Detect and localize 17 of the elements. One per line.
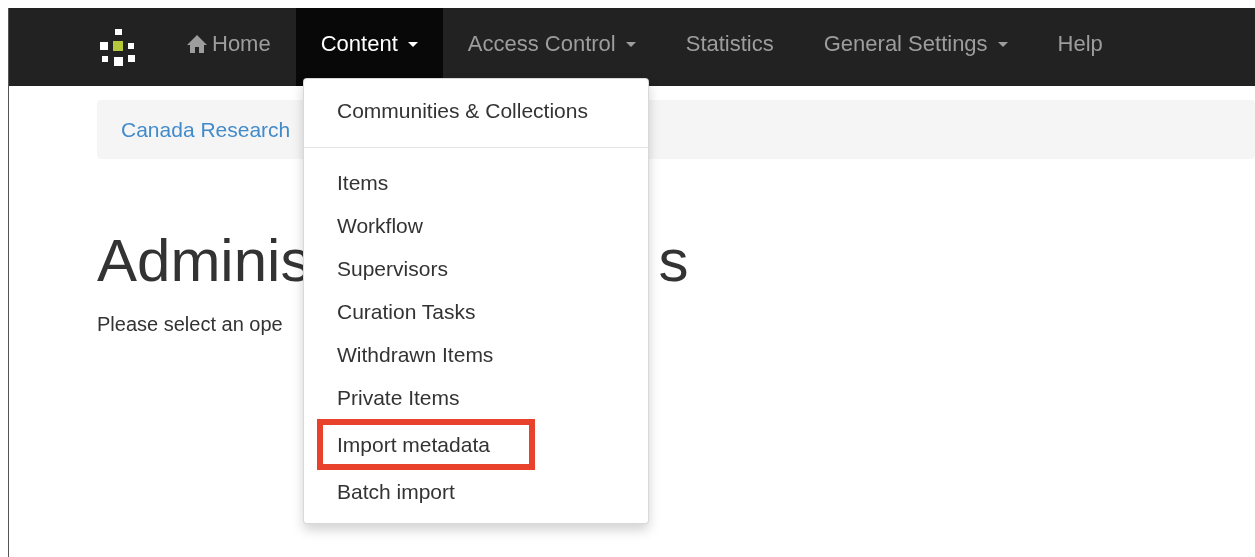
nav-item[interactable]: Access Control — [442, 2, 661, 86]
nav-item[interactable]: Content — [295, 8, 443, 86]
page-heading: s — [658, 231, 689, 291]
menu-item[interactable]: Import metadata — [317, 419, 535, 470]
menu-item[interactable]: Items — [304, 161, 389, 204]
menu-item[interactable]: Batch import — [304, 470, 455, 513]
nav-item[interactable]: Help — [1032, 2, 1128, 86]
nav-item[interactable]: Home — [186, 2, 296, 86]
menu-item[interactable]: Withdrawn Items — [304, 333, 494, 376]
intro-text: Please select an ope — [97, 313, 283, 336]
nav-item[interactable]: General Settings — [798, 2, 1033, 86]
home-icon — [186, 34, 208, 54]
logo-icon[interactable] — [98, 27, 138, 67]
menu-item[interactable]: Curation Tasks — [304, 290, 476, 333]
menu-item[interactable]: Communities & Collections — [304, 89, 588, 132]
menu-item[interactable]: Private Items — [304, 376, 460, 419]
nav-item[interactable]: Statistics — [660, 2, 799, 86]
